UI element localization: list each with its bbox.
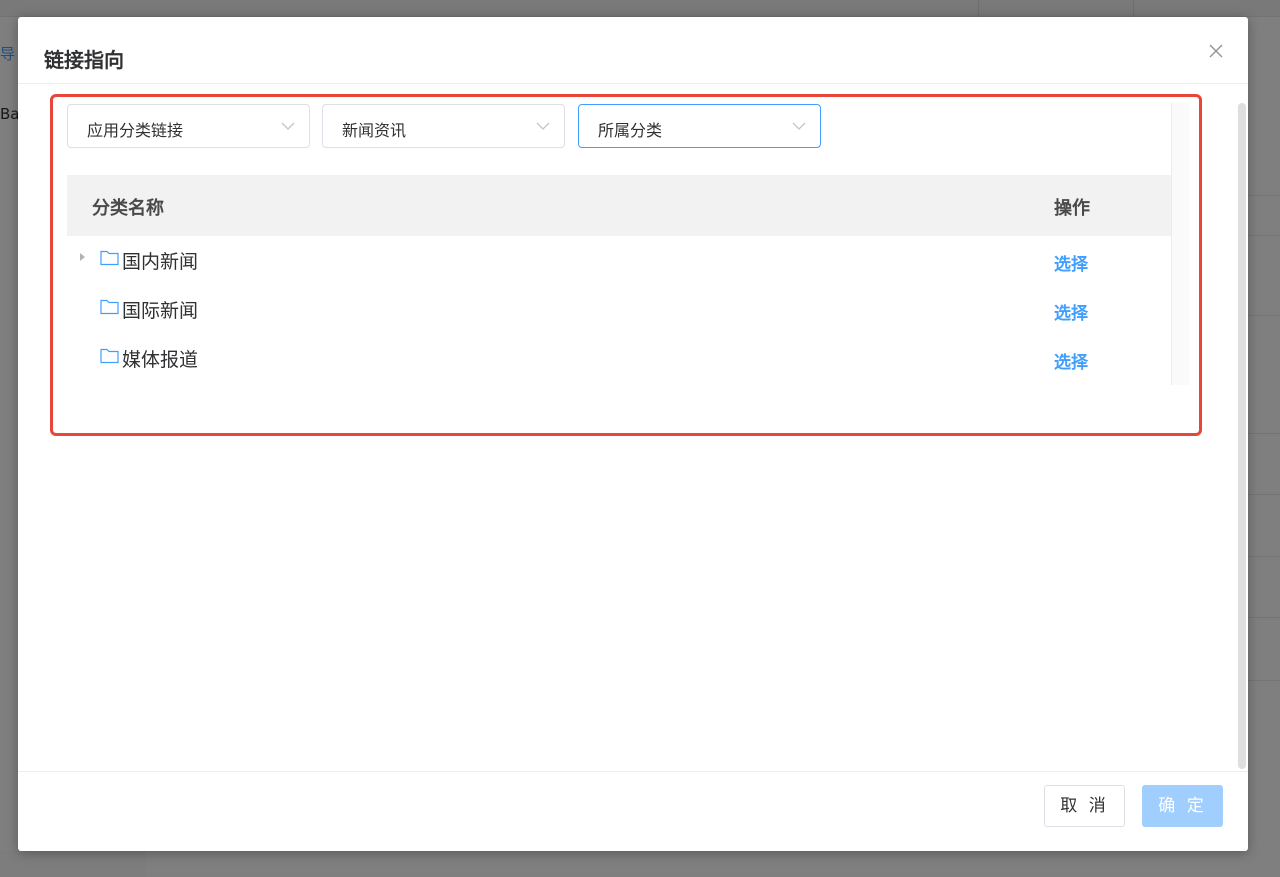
expand-arrow-icon[interactable] [80,253,85,261]
dialog-footer: 取 消 确 定 [18,771,1248,851]
category-panel: 应用分类链接 新闻资讯 所属分类 分类名称 操作 国内新闻 选择 国际新闻 选择… [67,103,1189,385]
chevron-down-icon [792,122,806,130]
select-link[interactable]: 选择 [1054,348,1088,373]
folder-icon [100,299,119,315]
select-link[interactable]: 选择 [1054,250,1088,275]
dialog-header: 链接指向 [18,17,1248,84]
category-name: 国际新闻 [122,300,199,322]
select-value: 所属分类 [598,121,663,140]
column-header-action: 操作 [1054,198,1090,219]
confirm-button[interactable]: 确 定 [1142,785,1223,827]
category-name: 媒体报道 [122,349,199,371]
panel-scrollbar[interactable] [1171,103,1189,385]
dialog-scrollbar[interactable] [1238,103,1246,769]
cancel-button[interactable]: 取 消 [1044,785,1125,827]
close-icon[interactable] [1208,43,1224,59]
table-row: 国内新闻 选择 [67,236,1171,285]
folder-icon [100,250,119,266]
chevron-down-icon [281,122,295,130]
link-type-select[interactable]: 应用分类链接 [67,104,310,148]
select-link[interactable]: 选择 [1054,299,1088,324]
folder-icon [100,348,119,364]
category-name: 国内新闻 [122,251,199,273]
category-table: 分类名称 操作 国内新闻 选择 国际新闻 选择 媒体报道 选择 [67,175,1171,383]
category-select[interactable]: 所属分类 [578,104,821,148]
table-row: 国际新闻 选择 [67,285,1171,334]
app-select[interactable]: 新闻资讯 [322,104,565,148]
table-row: 媒体报道 选择 [67,334,1171,383]
column-header-name: 分类名称 [92,198,164,219]
select-value: 应用分类链接 [87,121,184,140]
link-target-dialog: 链接指向 应用分类链接 新闻资讯 所属分类 分类名称 操作 国内新闻 选择 国际… [18,17,1248,851]
table-header: 分类名称 操作 [67,175,1171,236]
select-value: 新闻资讯 [342,121,407,140]
dialog-body: 应用分类链接 新闻资讯 所属分类 分类名称 操作 国内新闻 选择 国际新闻 选择… [18,85,1248,771]
dialog-title: 链接指向 [44,48,124,72]
chevron-down-icon [536,122,550,130]
